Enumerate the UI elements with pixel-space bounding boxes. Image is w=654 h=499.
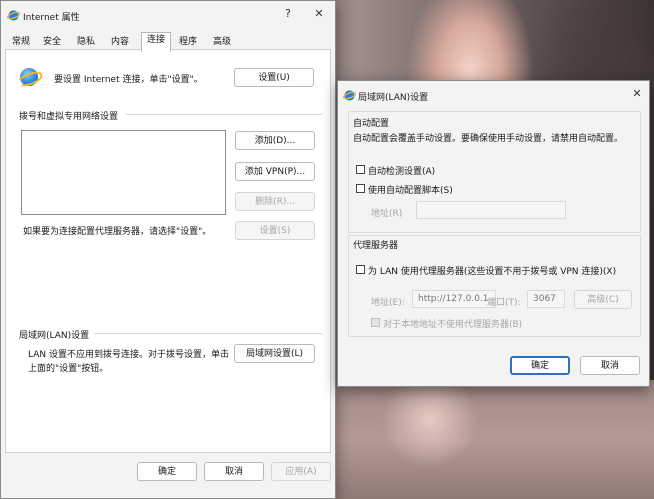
cancel-button[interactable]: 取消 bbox=[580, 356, 640, 375]
connections-panel: 要设置 Internet 连接，单击"设置"。 设置(U) 拨号和虚拟专用网络设… bbox=[5, 49, 331, 453]
bypass-local-label: 对于本地地址不使用代理服务器(B) bbox=[383, 320, 523, 330]
proxy-address-label: 地址(E): bbox=[371, 298, 405, 308]
divider bbox=[94, 333, 322, 334]
auto-script-label: 使用自动配置脚本(S) bbox=[368, 186, 453, 196]
setup-button[interactable]: 设置(U) bbox=[234, 68, 314, 87]
script-address-input[interactable] bbox=[416, 201, 566, 219]
auto-config-heading: 自动配置 bbox=[353, 119, 390, 129]
lan-heading: 局域网(LAN)设置 bbox=[19, 331, 90, 341]
script-address-label: 地址(R) bbox=[371, 209, 403, 219]
lan-description-line-2: 上面的"设置"按钮。 bbox=[28, 364, 109, 374]
cancel-button[interactable]: 取消 bbox=[204, 462, 264, 481]
auto-detect-checkbox[interactable] bbox=[356, 165, 365, 174]
connections-list[interactable] bbox=[21, 130, 226, 215]
window-title: Internet 属性 bbox=[23, 13, 80, 23]
dialog-title: 局域网(LAN)设置 bbox=[358, 93, 429, 103]
use-proxy-label: 为 LAN 使用代理服务器(这些设置不用于拨号或 VPN 连接)(X) bbox=[368, 267, 617, 277]
proxy-hint: 如果要为连接配置代理服务器，请选择"设置"。 bbox=[23, 227, 212, 237]
dialup-heading: 拨号和虚拟专用网络设置 bbox=[19, 112, 119, 122]
auto-script-checkbox[interactable] bbox=[356, 184, 365, 193]
proxy-address-input[interactable]: http://127.0.0.1 bbox=[412, 290, 496, 308]
ok-button[interactable]: 确定 bbox=[137, 462, 197, 481]
bypass-local-checkbox[interactable] bbox=[371, 318, 380, 327]
tab-connections[interactable]: 连接 bbox=[141, 32, 171, 52]
close-button[interactable]: ✕ bbox=[630, 87, 644, 101]
auto-detect-label: 自动检测设置(A) bbox=[368, 167, 436, 177]
add-button[interactable]: 添加(D)... bbox=[235, 131, 315, 150]
port-label: 端口(T): bbox=[487, 298, 521, 308]
use-proxy-checkbox[interactable] bbox=[356, 265, 365, 274]
add-vpn-button[interactable]: 添加 VPN(P)... bbox=[235, 162, 315, 181]
advanced-button[interactable]: 高级(C) bbox=[574, 290, 632, 309]
remove-button[interactable]: 删除(R)... bbox=[235, 192, 315, 211]
divider bbox=[126, 114, 322, 115]
setup-description: 要设置 Internet 连接，单击"设置"。 bbox=[54, 75, 203, 85]
proxy-heading: 代理服务器 bbox=[353, 241, 399, 251]
help-button[interactable]: ? bbox=[281, 7, 295, 21]
apply-button[interactable]: 应用(A) bbox=[271, 462, 331, 481]
internet-properties-window: Internet 属性 ? ✕ 常规 安全 隐私 内容 连接 程序 高级 要设置… bbox=[0, 0, 336, 499]
auto-config-description: 自动配置会覆盖手动设置。要确保使用手动设置，请禁用自动配置。 bbox=[353, 134, 624, 144]
internet-globe-icon bbox=[343, 90, 356, 101]
ok-button[interactable]: 确定 bbox=[510, 356, 570, 375]
lan-settings-button[interactable]: 局域网设置(L) bbox=[234, 344, 315, 363]
lan-description-line-1: LAN 设置不应用到拨号连接。对于拨号设置，单击 bbox=[28, 350, 229, 360]
internet-globe-icon bbox=[7, 10, 20, 21]
settings-button[interactable]: 设置(S) bbox=[235, 221, 315, 240]
title-bar: Internet 属性 ? ✕ bbox=[1, 1, 335, 29]
desktop-background-lower bbox=[330, 380, 654, 499]
close-button[interactable]: ✕ bbox=[312, 7, 326, 21]
lan-settings-dialog: 局域网(LAN)设置 ✕ 自动配置 自动配置会覆盖手动设置。要确保使用手动设置，… bbox=[337, 80, 650, 387]
proxy-server-group: 代理服务器 为 LAN 使用代理服务器(这些设置不用于拨号或 VPN 连接)(X… bbox=[348, 235, 641, 337]
port-input[interactable]: 3067 bbox=[527, 290, 565, 308]
title-bar: 局域网(LAN)设置 ✕ bbox=[338, 81, 649, 109]
auto-config-group: 自动配置 自动配置会覆盖手动设置。要确保使用手动设置，请禁用自动配置。 自动检测… bbox=[348, 111, 641, 233]
